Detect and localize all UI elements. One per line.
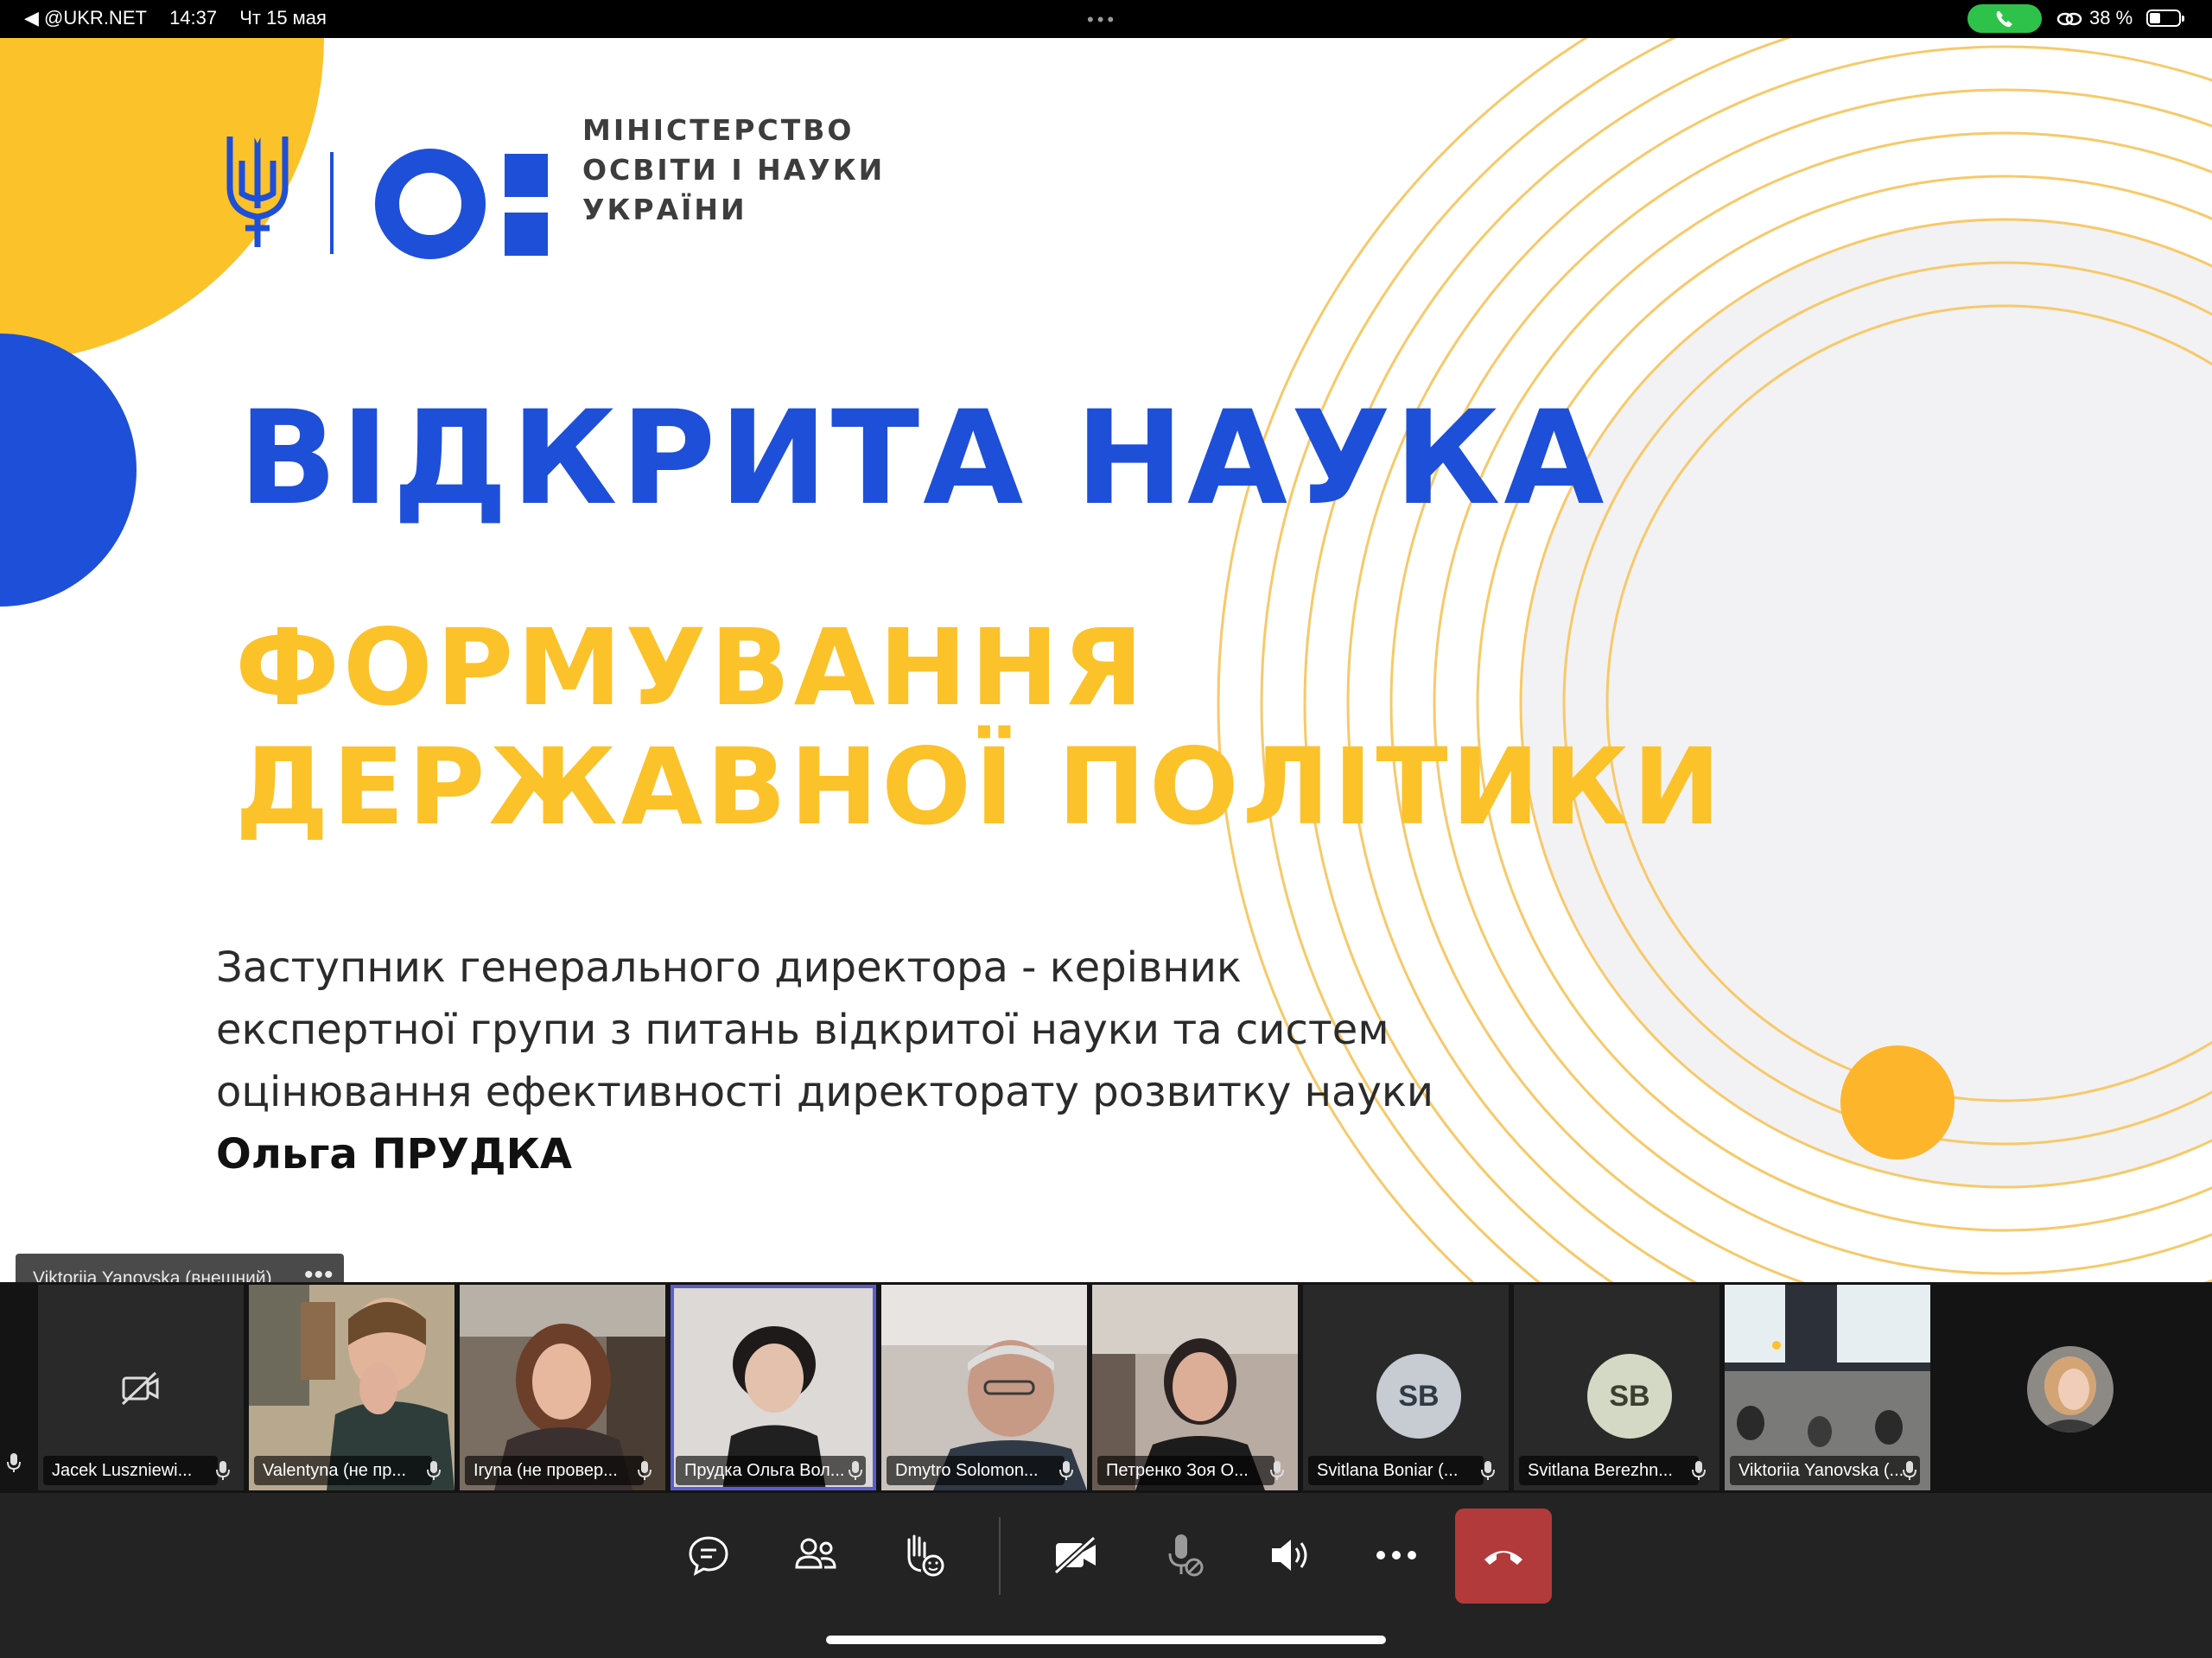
more-icon — [1376, 1551, 1416, 1560]
mic-icon — [1903, 1461, 1916, 1480]
camera-toggle-button[interactable] — [1046, 1524, 1108, 1586]
speaker-name: Ольга ПРУДКА — [216, 1130, 572, 1178]
participant-name: Svitlana Boniar (... — [1308, 1456, 1484, 1485]
slide-subtitle: ФОРМУВАННЯ ДЕРЖАВНОЇ ПОЛІТИКИ — [235, 608, 1725, 847]
blue-half-circle-decoration — [0, 334, 137, 607]
raise-hand-icon — [907, 1534, 944, 1577]
participant-tile[interactable]: Iryna (не провер... — [460, 1285, 665, 1490]
participant-tile-active[interactable]: Прудка Ольга Вол... — [671, 1285, 876, 1490]
participant-tile[interactable]: Dmytro Solomon... — [881, 1285, 1087, 1490]
participant-name: Петренко Зоя О... — [1097, 1456, 1274, 1485]
mic-toggle-button[interactable] — [1153, 1524, 1215, 1586]
status-bar-left: ◀ @UKR.NET 14:37 Чт 15 мая — [24, 7, 344, 29]
ministry-line: МІНІСТЕРСТВО — [582, 113, 855, 147]
participant-avatar: SB — [1587, 1354, 1672, 1439]
participant-tile[interactable]: SB Svitlana Boniar (... — [1303, 1285, 1509, 1490]
speaker-button[interactable] — [1260, 1524, 1322, 1586]
camera-off-icon — [121, 1371, 159, 1406]
more-button[interactable] — [1365, 1524, 1427, 1586]
battery-icon — [2146, 10, 2184, 27]
phone-icon — [1996, 11, 2012, 28]
participant-name: Dmytro Solomon... — [887, 1456, 1065, 1485]
shared-presentation-slide: МІНІСТЕРСТВО ОСВІТИ І НАУКИ УКРАЇНИ ВІДК… — [0, 38, 2212, 1282]
controls-divider — [999, 1517, 1001, 1595]
home-indicator[interactable] — [826, 1636, 1386, 1644]
speaker-description: Заступник генерального директора - керів… — [216, 937, 1433, 1185]
mic-icon — [849, 1461, 862, 1480]
description-line: Заступник генерального директора - керів… — [216, 943, 1242, 992]
participant-avatar: SB — [1376, 1354, 1461, 1439]
ministry-line: УКРАЇНИ — [582, 193, 747, 226]
subtitle-line: ФОРМУВАННЯ — [235, 607, 1147, 729]
ministry-name: МІНІСТЕРСТВО ОСВІТИ І НАУКИ УКРАЇНИ — [582, 111, 885, 230]
participant-name: Iryna (не провер... — [465, 1456, 644, 1485]
slide-title: ВІДКРИТА НАУКА — [238, 384, 1608, 534]
participant-name: Valentyna (не пр... — [254, 1456, 433, 1485]
ministry-line: ОСВІТИ І НАУКИ — [582, 153, 886, 187]
description-line: оцінювання ефективності директорату розв… — [216, 1068, 1434, 1116]
participant-tile[interactable]: Viktoriia Yanovska (... — [1725, 1285, 1930, 1490]
participant-tile[interactable]: Jacek Luszniewi... — [38, 1285, 244, 1490]
mic-icon — [1270, 1461, 1284, 1480]
chat-icon — [689, 1536, 728, 1576]
ministry-logo-icon — [226, 123, 548, 259]
yellow-dot-decoration — [1840, 1045, 1955, 1159]
phone-hangup-icon — [1484, 1551, 1522, 1565]
mic-icon — [7, 1453, 21, 1472]
presenter-name-tag[interactable]: Viktoriia Yanovska (внешний) ••• — [16, 1254, 344, 1282]
presenter-name: Viktoriia Yanovska (внешний) — [33, 1268, 272, 1282]
participant-strip[interactable]: Jacek Luszniewi... Valentyna (не пр... I… — [0, 1282, 2212, 1493]
hang-up-button[interactable] — [1455, 1509, 1552, 1604]
mic-off-icon — [1168, 1534, 1204, 1577]
active-call-indicator[interactable] — [1967, 4, 2042, 33]
mic-icon — [216, 1461, 230, 1480]
description-line: експертної групи з питань відкритої наук… — [216, 1006, 1389, 1054]
participant-name: Svitlana Berezhn... — [1519, 1456, 1699, 1485]
participant-tile[interactable]: Valentyna (не пр... — [249, 1285, 454, 1490]
chat-button[interactable] — [677, 1524, 740, 1586]
battery-level-fill — [2150, 13, 2160, 23]
status-bar: ◀ @UKR.NET 14:37 Чт 15 мая ••• 38 % — [0, 0, 2212, 38]
participant-tile[interactable]: SB Svitlana Berezhn... — [1514, 1285, 1719, 1490]
participant-name: Прудка Ольга Вол... — [676, 1456, 866, 1485]
participant-name: Viktoriia Yanovska (... — [1730, 1456, 1920, 1485]
mic-icon — [1481, 1461, 1495, 1480]
participant-tile[interactable]: Петренко Зоя О... — [1092, 1285, 1298, 1490]
mic-icon — [1059, 1461, 1073, 1480]
self-avatar[interactable] — [2027, 1346, 2113, 1432]
mic-icon — [638, 1461, 652, 1480]
people-icon — [795, 1538, 836, 1569]
presenter-more-icon[interactable]: ••• — [304, 1261, 334, 1282]
people-button[interactable] — [785, 1524, 847, 1586]
back-to-app-link[interactable]: ◀ @UKR.NET — [24, 7, 147, 29]
camera-off-icon — [1053, 1535, 1096, 1575]
multitasking-dots-icon[interactable]: ••• — [1087, 9, 1117, 31]
participant-name: Jacek Luszniewi... — [43, 1456, 219, 1485]
mic-icon — [427, 1461, 441, 1480]
status-time: 14:37 — [169, 7, 218, 29]
speaker-icon — [1272, 1540, 1307, 1571]
subtitle-line: ДЕРЖАВНОЇ ПОЛІТИКИ — [235, 726, 1725, 848]
status-date: Чт 15 мая — [239, 7, 327, 29]
battery-percent: 38 % — [2089, 7, 2133, 29]
vpn-link-icon — [2056, 12, 2082, 26]
mic-icon — [1692, 1461, 1706, 1480]
react-button[interactable] — [892, 1524, 954, 1586]
